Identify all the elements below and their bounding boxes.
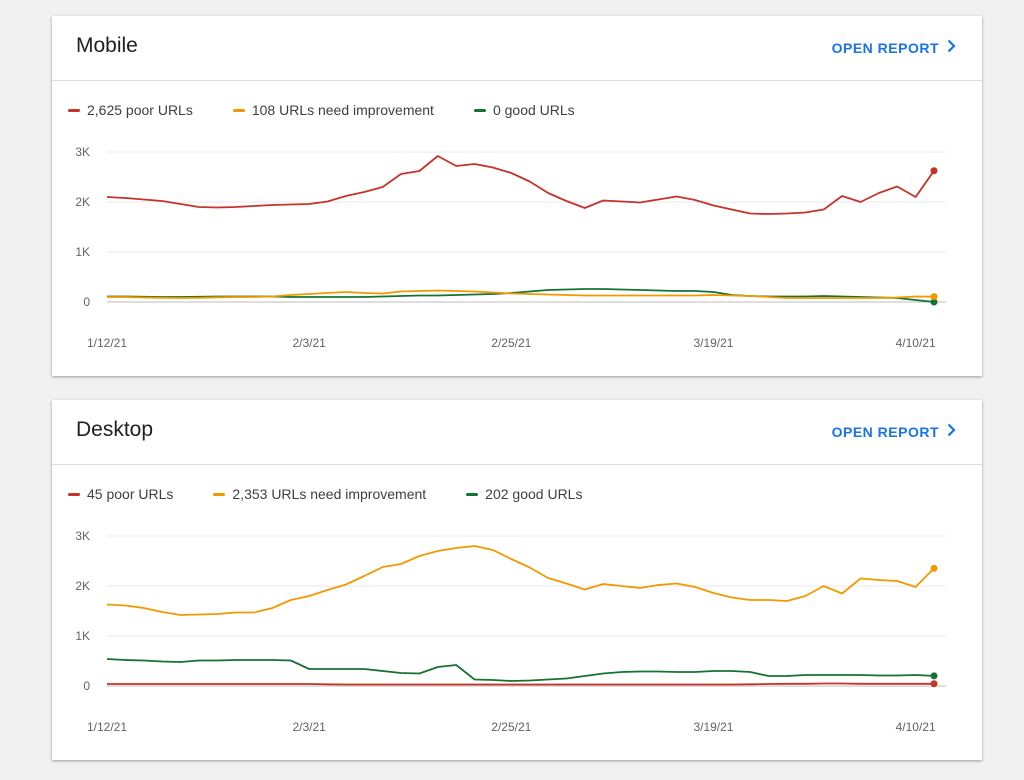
card-header: Desktop OPEN REPORT	[52, 400, 982, 465]
x-tick-label: 4/10/21	[896, 720, 936, 734]
x-tick-label: 4/10/21	[896, 336, 936, 350]
legend-item-good[interactable]: 0 good URLs	[473, 102, 575, 118]
x-tick-label: 1/12/21	[87, 336, 127, 350]
series-end-point-poor[interactable]	[930, 167, 938, 175]
x-tick-label: 2/25/21	[491, 336, 531, 350]
card-title: Desktop	[76, 418, 154, 441]
open-report-label: OPEN REPORT	[831, 423, 939, 440]
legend-swatch-needs-improvement	[213, 492, 226, 496]
card-header: Mobile OPEN REPORT	[52, 16, 982, 81]
series-line-poor[interactable]	[107, 682, 934, 686]
line-chart[interactable]: 0 1K 2K 3K 1/12/21 2/3/21 2/25/21 3/19/21 4/10/2…	[52, 134, 982, 374]
legend-item-poor[interactable]: 2,625 poor URLs	[68, 102, 193, 118]
legend-label-needs-improvement: 108 URLs need improvement	[251, 102, 434, 118]
legend-label-poor: 2,625 poor URLs	[87, 102, 193, 118]
chevron-right-icon	[947, 39, 956, 56]
series-line-good[interactable]	[106, 658, 935, 682]
legend-swatch-poor	[68, 492, 80, 496]
legend-swatch-poor	[68, 108, 80, 112]
x-tick-label: 2/3/21	[292, 336, 326, 350]
desktop-card: Desktop OPEN REPORT 45 poor URLs 2,353 U…	[52, 400, 982, 760]
series-end-point-needs-improvement[interactable]	[930, 564, 938, 572]
y-tick-label: 3K	[75, 145, 90, 159]
legend-label-needs-improvement: 2,353 URLs need improvement	[232, 486, 427, 502]
chevron-right-icon	[947, 423, 956, 440]
y-tick-label: 2K	[75, 195, 90, 209]
y-tick-label: 0	[83, 679, 90, 693]
y-tick-label: 0	[83, 295, 90, 309]
legend-item-needs-improvement[interactable]: 2,353 URLs need improvement	[213, 486, 426, 502]
mobile-card: Mobile OPEN REPORT 2,625 poor URLs 108 U…	[52, 16, 982, 376]
legend-label-poor: 45 poor URLs	[87, 486, 174, 502]
card-title: Mobile	[76, 34, 138, 57]
series-line-good[interactable]	[107, 288, 935, 303]
y-tick-label: 3K	[75, 529, 90, 543]
legend-item-needs-improvement[interactable]: 108 URLs need improvement	[232, 102, 434, 118]
chart-legend: 2,625 poor URLs 108 URLs need improvemen…	[68, 100, 615, 120]
open-report-button[interactable]: OPEN REPORT	[832, 423, 956, 440]
y-tick-label: 1K	[75, 245, 90, 259]
x-tick-label: 3/19/21	[693, 336, 733, 350]
legend-swatch-needs-improvement	[232, 108, 245, 112]
open-report-label: OPEN REPORT	[831, 39, 939, 56]
series-end-point-poor[interactable]	[930, 680, 938, 688]
legend-item-good[interactable]: 202 good URLs	[466, 486, 582, 502]
open-report-button[interactable]: OPEN REPORT	[832, 39, 956, 56]
y-tick-label: 2K	[75, 579, 90, 593]
legend-label-good: 202 good URLs	[485, 486, 583, 502]
legend-item-poor[interactable]: 45 poor URLs	[68, 486, 173, 502]
series-line-poor[interactable]	[106, 155, 935, 215]
legend-swatch-good	[473, 108, 486, 112]
series-end-point-good[interactable]	[930, 672, 938, 680]
legend-swatch-good	[466, 492, 479, 496]
line-chart[interactable]: 0 1K 2K 3K 1/12/21 2/3/21 2/25/21 3/19/21 4/10/2…	[52, 518, 982, 758]
x-tick-label: 1/12/21	[87, 720, 127, 734]
chart-legend: 45 poor URLs 2,353 URLs need improvement…	[68, 484, 622, 504]
series-line-needs-improvement[interactable]	[106, 545, 935, 616]
x-tick-label: 2/3/21	[292, 720, 326, 734]
y-tick-label: 1K	[75, 629, 90, 643]
series-end-point-needs-improvement[interactable]	[930, 293, 938, 301]
legend-label-good: 0 good URLs	[492, 102, 575, 118]
x-tick-label: 2/25/21	[491, 720, 531, 734]
x-tick-label: 3/19/21	[693, 720, 733, 734]
